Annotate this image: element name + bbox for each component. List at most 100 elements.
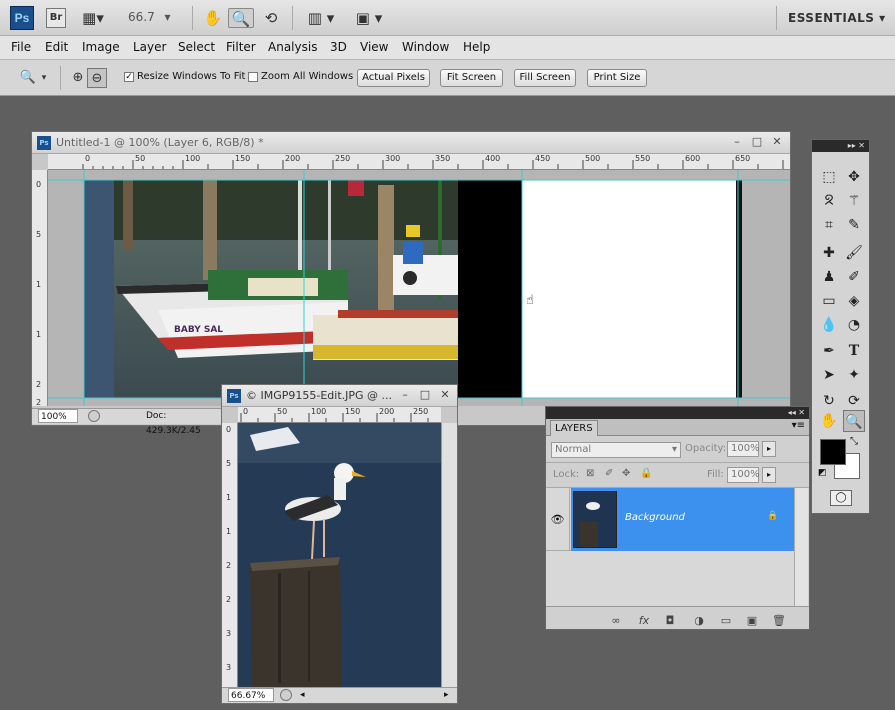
zoom-tool-icon[interactable]: 🔍: [843, 410, 865, 432]
actual-pixels-button[interactable]: Actual Pixels: [357, 69, 430, 87]
menu-analysis[interactable]: Analysis: [268, 40, 317, 54]
healing-brush-tool-icon[interactable]: ✚: [818, 242, 840, 264]
document-canvas[interactable]: [238, 423, 441, 687]
layer-style-icon[interactable]: fx: [636, 614, 652, 628]
menu-view[interactable]: View: [360, 40, 388, 54]
paint-bucket-tool-icon[interactable]: ◈: [843, 290, 865, 312]
close-button[interactable]: ✕: [438, 388, 452, 402]
document-title-bar[interactable]: Ps Untitled-1 @ 100% (Layer 6, RGB/8) * …: [32, 132, 790, 154]
delete-layer-icon[interactable]: 🗑: [771, 614, 787, 628]
scroll-left-arrow[interactable]: ◂: [300, 688, 305, 703]
type-tool-icon[interactable]: T: [843, 340, 865, 362]
history-brush-tool-icon[interactable]: ✐: [843, 266, 865, 288]
zoom-out-icon[interactable]: ⊖: [87, 68, 107, 88]
zoom-level-dropdown[interactable]: 66.7 ▾: [128, 10, 178, 24]
menu-3d[interactable]: 3D: [330, 40, 347, 54]
eraser-tool-icon[interactable]: ▭: [818, 290, 840, 312]
document-canvas[interactable]: BABY SAL ☝: [48, 170, 790, 406]
tab-layers[interactable]: LAYERS: [550, 420, 598, 436]
tools-panel-header[interactable]: ▸▸ ✕: [812, 140, 869, 152]
link-layers-icon[interactable]: ∞: [608, 614, 624, 628]
clone-stamp-tool-icon[interactable]: ♟: [818, 266, 840, 288]
crop-tool-icon[interactable]: ⌗: [818, 214, 840, 236]
menu-layer[interactable]: Layer: [133, 40, 166, 54]
menu-help[interactable]: Help: [463, 40, 490, 54]
workspace-switcher[interactable]: ESSENTIALS ▾: [788, 11, 886, 25]
blur-tool-icon[interactable]: 💧: [818, 314, 840, 336]
hand-tool-icon[interactable]: ✋: [202, 8, 224, 28]
ruler-label: 5: [226, 459, 232, 468]
layer-row[interactable]: 👁 Background 🔒: [546, 488, 794, 551]
new-group-icon[interactable]: ▭: [718, 614, 734, 628]
zoom-percent-field[interactable]: 66.67%: [228, 688, 274, 702]
layer-visibility-eye-icon[interactable]: 👁: [546, 488, 570, 551]
lasso-tool-icon[interactable]: ᘝ: [818, 190, 840, 212]
ruler-label: 0: [36, 180, 42, 189]
dodge-tool-icon[interactable]: ◔: [843, 314, 865, 336]
lock-position-icon[interactable]: ✥: [622, 468, 630, 479]
fill-slider-arrow[interactable]: ▸: [762, 467, 776, 483]
default-colors-icon[interactable]: ◩: [818, 468, 828, 478]
print-size-button[interactable]: Print Size: [587, 69, 647, 87]
3d-orbit-tool-icon[interactable]: ⟳: [843, 390, 865, 412]
tool-preset-dropdown-icon[interactable]: ▾: [38, 68, 50, 88]
fill-field[interactable]: 100%: [727, 467, 760, 483]
hand-tool-icon[interactable]: ✋: [818, 410, 840, 432]
menu-image[interactable]: Image: [82, 40, 120, 54]
menu-window[interactable]: Window: [402, 40, 449, 54]
marquee-tool-icon[interactable]: ⬚: [818, 166, 840, 188]
ruler-label: 3: [226, 629, 232, 638]
fill-screen-button[interactable]: Fill Screen: [514, 69, 576, 87]
menu-select[interactable]: Select: [178, 40, 215, 54]
opacity-slider-arrow[interactable]: ▸: [762, 441, 776, 457]
3d-rotate-tool-icon[interactable]: ↻: [818, 390, 840, 412]
zoom-percent-field[interactable]: 100%: [38, 409, 78, 423]
document-title-bar[interactable]: Ps © IMGP9155-Edit.JPG @ ... – □ ✕: [222, 385, 457, 407]
maximize-button[interactable]: □: [750, 135, 764, 149]
status-menu-icon[interactable]: [88, 410, 100, 422]
menu-edit[interactable]: Edit: [45, 40, 68, 54]
minimize-button[interactable]: –: [730, 135, 744, 149]
layers-panel-header[interactable]: ◂◂ ✕: [546, 407, 809, 419]
zoom-tool-icon[interactable]: 🔍: [228, 8, 254, 28]
screen-mode-icon[interactable]: ▣ ▾: [352, 8, 386, 28]
quick-mask-icon[interactable]: ◯: [830, 490, 852, 506]
resize-windows-checkbox[interactable]: ✓: [124, 72, 134, 82]
menu-filter[interactable]: Filter: [226, 40, 256, 54]
maximize-button[interactable]: □: [418, 388, 432, 402]
arrange-documents-icon[interactable]: ▥ ▾: [304, 8, 338, 28]
opacity-field[interactable]: 100%: [727, 441, 760, 457]
bridge-button[interactable]: Br: [46, 8, 66, 28]
layers-scrollbar[interactable]: [794, 488, 808, 606]
path-selection-tool-icon[interactable]: ➤: [818, 364, 840, 386]
close-button[interactable]: ✕: [770, 135, 784, 149]
magic-wand-tool-icon[interactable]: ⚚: [843, 190, 865, 212]
eyedropper-tool-icon[interactable]: ✎: [843, 214, 865, 236]
move-tool-icon[interactable]: ✥: [843, 166, 865, 188]
menu-file[interactable]: File: [11, 40, 31, 54]
brush-tool-icon[interactable]: 🖌: [843, 242, 865, 264]
scroll-right-arrow[interactable]: ▸: [444, 688, 449, 703]
lock-transparent-icon[interactable]: ⊠: [586, 468, 594, 479]
new-layer-icon[interactable]: ▣: [744, 614, 760, 628]
shape-tool-icon[interactable]: ✦: [843, 364, 865, 386]
vertical-scrollbar[interactable]: [441, 423, 457, 687]
lock-all-icon[interactable]: 🔒: [640, 468, 652, 479]
zoom-in-icon[interactable]: ⊕: [68, 68, 88, 88]
layer-name[interactable]: Background: [625, 512, 685, 523]
lock-image-icon[interactable]: ✐: [605, 468, 613, 479]
fit-screen-button[interactable]: Fit Screen: [440, 69, 503, 87]
rotate-view-icon[interactable]: ⟲: [260, 8, 282, 28]
add-mask-icon[interactable]: ◘: [662, 614, 678, 628]
adjustment-layer-icon[interactable]: ◑: [691, 614, 707, 628]
minimize-button[interactable]: –: [398, 388, 412, 402]
swap-colors-icon[interactable]: ⤡: [850, 436, 858, 447]
tool-preset-zoom-icon[interactable]: 🔍: [18, 68, 38, 88]
panel-menu-icon[interactable]: ▾≡: [792, 420, 805, 431]
zoom-all-windows-checkbox[interactable]: [248, 72, 258, 82]
view-extras-icon[interactable]: ▦▾: [80, 8, 106, 28]
blend-mode-select[interactable]: Normal ▾: [551, 442, 681, 458]
pen-tool-icon[interactable]: ✒: [818, 340, 840, 362]
ruler-label: 50: [135, 154, 146, 163]
status-menu-icon[interactable]: [280, 689, 292, 701]
